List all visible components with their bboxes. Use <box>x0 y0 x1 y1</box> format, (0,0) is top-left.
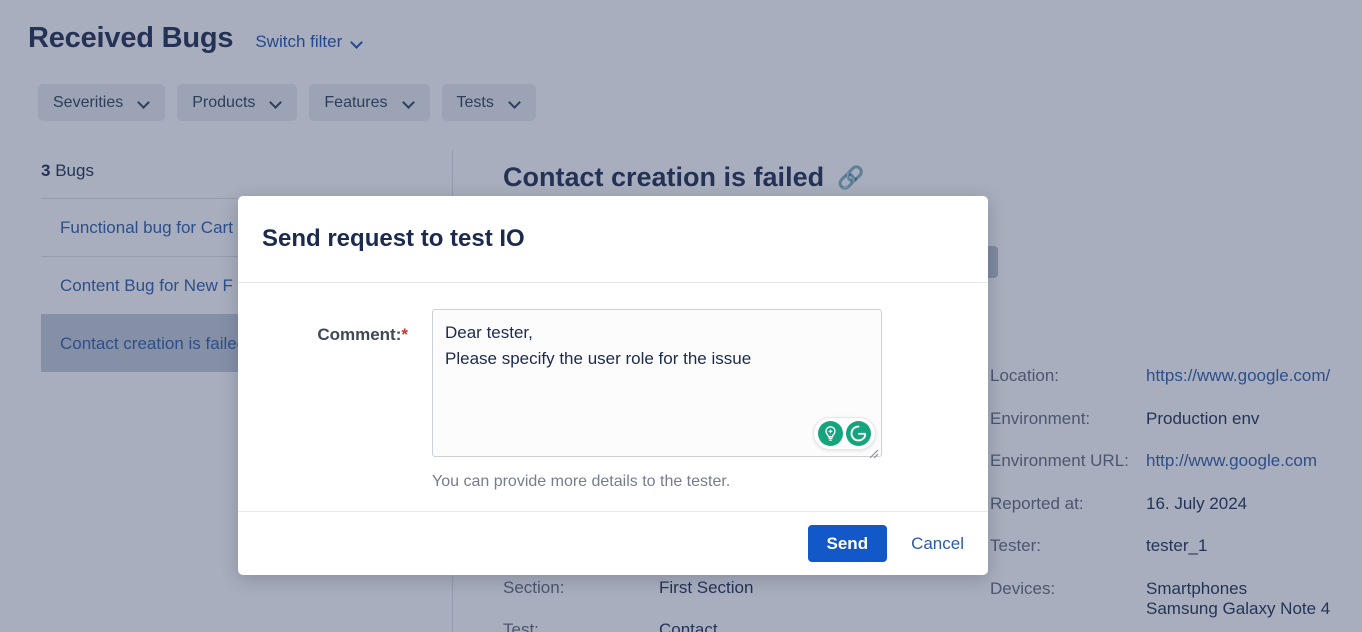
cancel-button[interactable]: Cancel <box>911 534 964 554</box>
modal-body: Comment:* Dear tester, Please specify th… <box>238 282 988 511</box>
grammarly-widget[interactable] <box>813 417 876 450</box>
required-marker: * <box>401 325 408 344</box>
lightbulb-icon[interactable] <box>818 421 843 446</box>
grammarly-logo-icon[interactable] <box>846 421 871 446</box>
modal-title: Send request to test IO <box>262 225 525 252</box>
comment-label: Comment:* <box>262 309 432 345</box>
send-button[interactable]: Send <box>807 525 888 562</box>
comment-field-row: Comment:* Dear tester, Please specify th… <box>262 309 964 491</box>
comment-control: You can provide more details to the test… <box>432 309 964 491</box>
send-request-modal: Send request to test IO Comment:* Dear t… <box>238 196 988 575</box>
textarea-wrap <box>432 309 882 462</box>
modal-header: Send request to test IO <box>238 196 988 282</box>
comment-hint: You can provide more details to the test… <box>432 473 731 490</box>
comment-label-text: Comment: <box>317 325 402 344</box>
modal-footer: Send Cancel <box>238 511 988 575</box>
